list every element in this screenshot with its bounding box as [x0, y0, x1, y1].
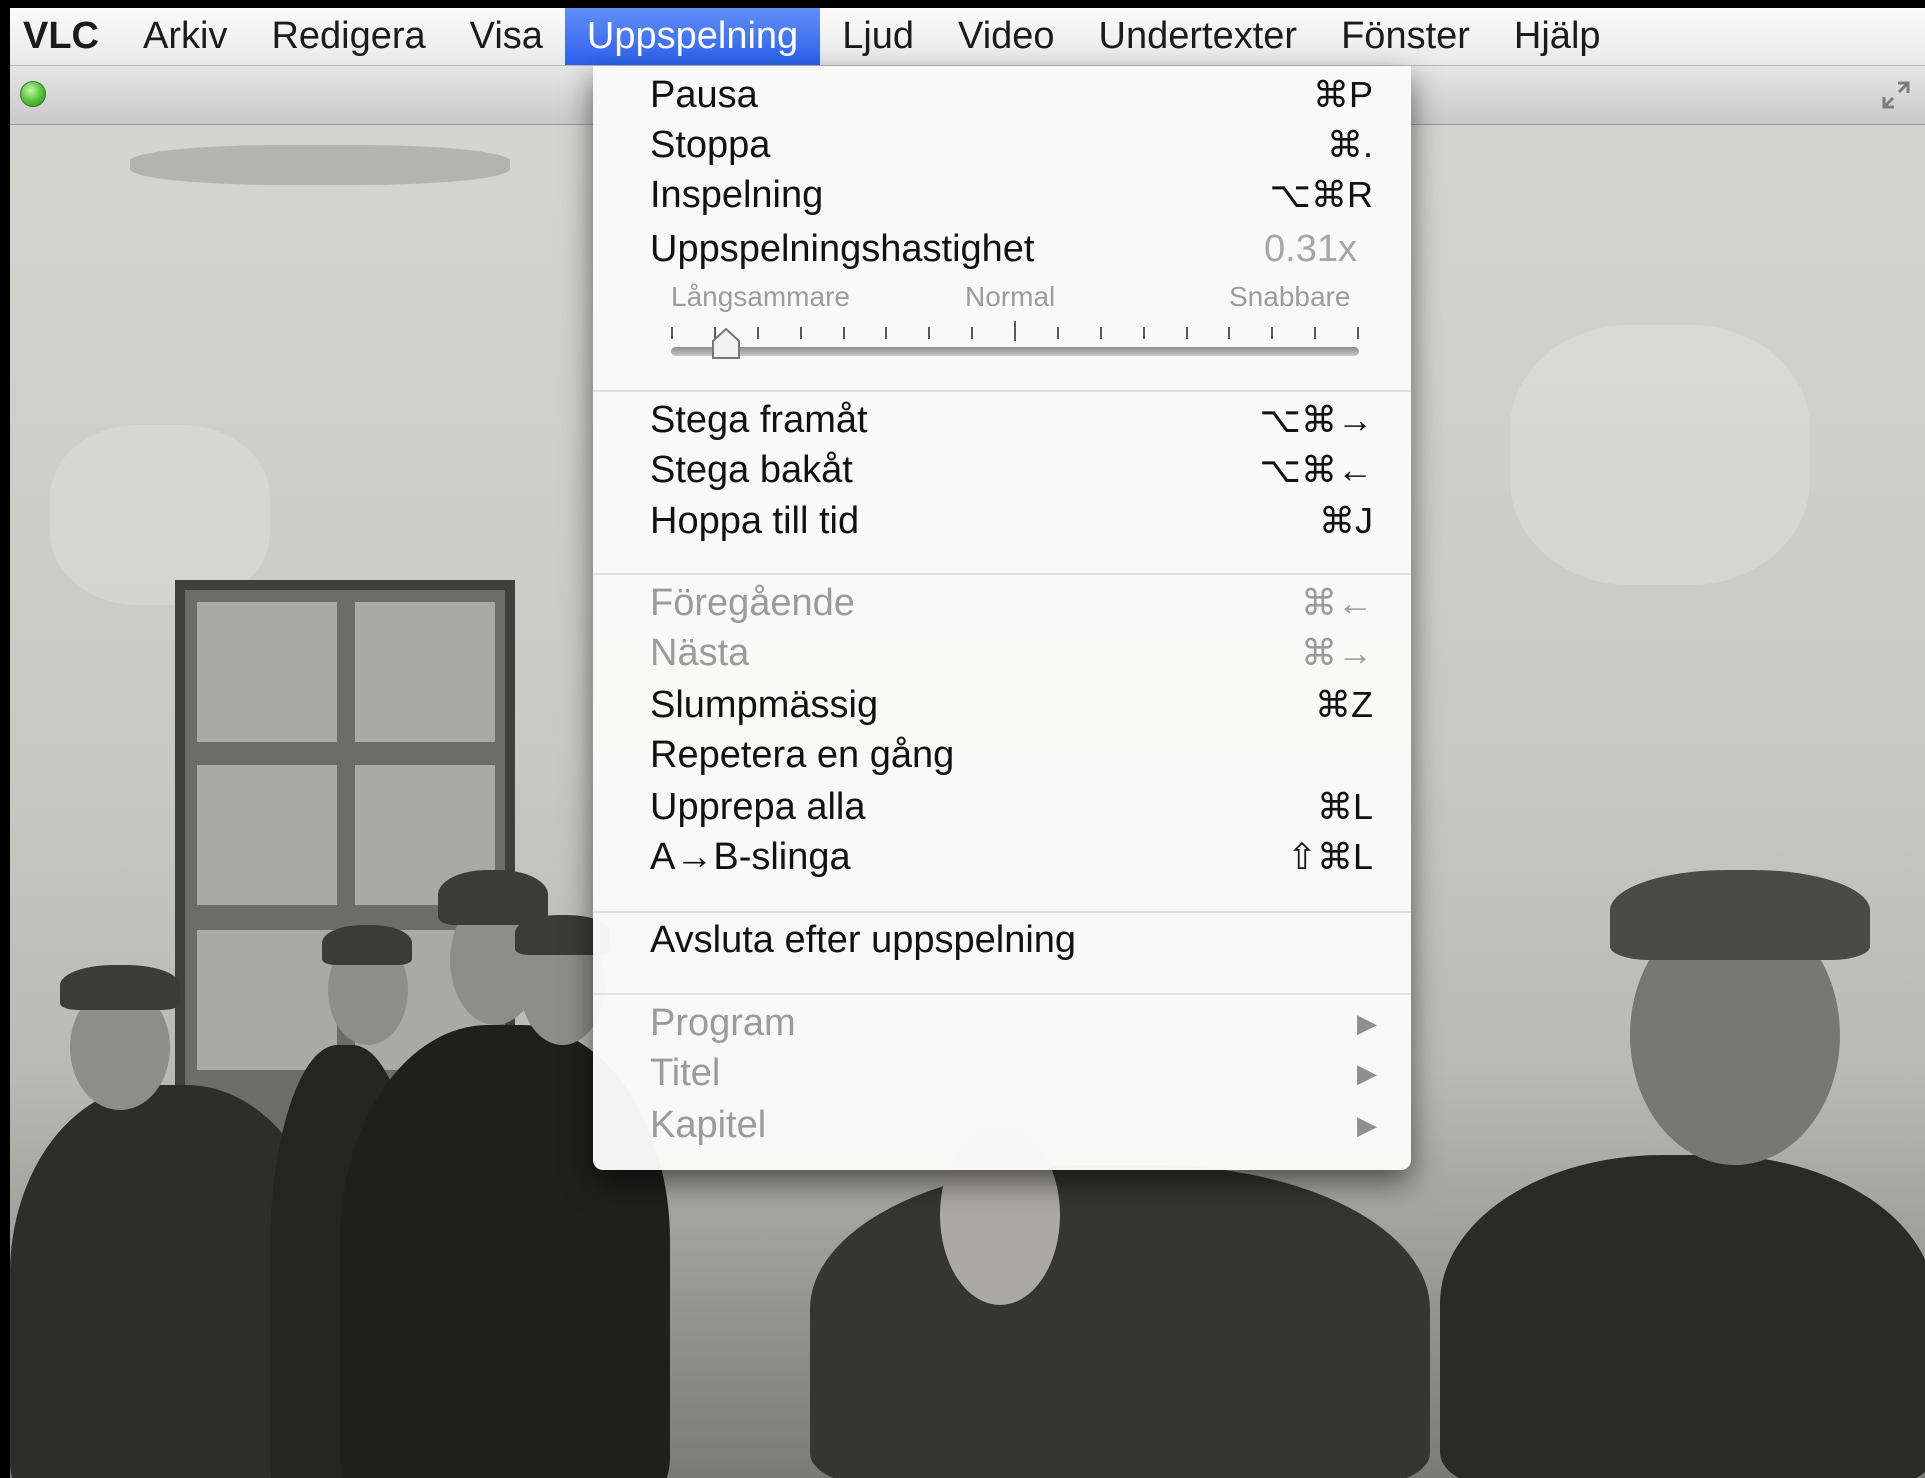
- menu-item-label: Hoppa till tid: [650, 500, 860, 542]
- slider-label-faster: Snabbare: [1229, 281, 1351, 312]
- slider-tick: [1100, 327, 1102, 339]
- menu-item-quit-after-playback[interactable]: Avsluta efter uppspelning: [593, 915, 1411, 965]
- menu-item-random[interactable]: Slumpmässig ⌘Z: [593, 680, 1411, 730]
- shortcut-label: ⌘P: [1312, 74, 1373, 115]
- menu-item-label: Uppspelningshastighet: [650, 228, 1035, 270]
- slider-tick: [800, 327, 802, 339]
- slider-label-normal: Normal: [965, 281, 1056, 312]
- menu-item-label: Slumpmässig: [650, 684, 879, 726]
- slider-ticks: [671, 321, 1359, 341]
- person-hat: [438, 870, 548, 925]
- menu-item-repeat-all[interactable]: Upprepa alla ⌘L: [593, 782, 1411, 832]
- slider-tick: [843, 327, 845, 339]
- shortcut-label: ⌥⌘←: [1259, 449, 1373, 490]
- menu-item-step-forward[interactable]: Stega framåt ⌥⌘→: [593, 395, 1411, 445]
- shortcut-label: ⌥⌘R: [1269, 174, 1373, 215]
- green-circle-icon[interactable]: [20, 81, 46, 107]
- slider-tick: [1186, 327, 1188, 339]
- menu-item-label: Kapitel: [650, 1104, 767, 1146]
- speed-slider-knob[interactable]: [712, 327, 740, 360]
- playback-menu: Pausa ⌘P Stoppa ⌘. Inspelning ⌥⌘R Uppspe…: [593, 66, 1411, 1170]
- shortcut-label: ⇧⌘L: [1286, 836, 1373, 877]
- menu-item-label: Avsluta efter uppspelning: [650, 919, 1077, 961]
- slider-tick: [885, 327, 887, 339]
- submenu-arrow-icon: ▶: [1357, 1058, 1377, 1088]
- slider-tick: [1014, 321, 1016, 341]
- menu-separator: [593, 911, 1411, 913]
- slider-tick: [971, 327, 973, 339]
- menu-separator: [593, 573, 1411, 575]
- submenu-arrow-icon: ▶: [1357, 1008, 1377, 1038]
- menu-fonster[interactable]: Fönster: [1319, 8, 1492, 65]
- menu-undertexter[interactable]: Undertexter: [1077, 8, 1320, 65]
- menu-separator: [593, 390, 1411, 392]
- menu-uppspelning[interactable]: Uppspelning: [564, 8, 821, 65]
- menu-item-label: Titel: [650, 1052, 721, 1094]
- menu-app-vlc[interactable]: VLC: [10, 8, 121, 65]
- expand-arrows-icon[interactable]: [1881, 80, 1911, 110]
- slider-tick: [757, 327, 759, 339]
- shortcut-label: ⌘←: [1301, 582, 1373, 623]
- menu-item-label: A→B-slinga: [650, 836, 851, 878]
- menu-item-repeat-one[interactable]: Repetera en gång: [593, 730, 1411, 780]
- person-figure: [810, 1165, 1430, 1478]
- shortcut-label: ⌘→: [1301, 632, 1373, 673]
- menu-item-playback-speed: Uppspelningshastighet 0.31x: [593, 224, 1411, 274]
- slider-tick: [1314, 327, 1316, 339]
- menu-item-label: Repetera en gång: [650, 734, 955, 776]
- shortcut-label: ⌥⌘→: [1259, 399, 1373, 440]
- menu-arkiv[interactable]: Arkiv: [121, 8, 249, 65]
- menu-item-chapter: Kapitel ▶: [593, 1100, 1411, 1150]
- menu-item-label: Upprepa alla: [650, 786, 866, 828]
- shortcut-label: ⌘Z: [1315, 684, 1373, 725]
- person-hat: [322, 925, 412, 965]
- menu-item-program: Program ▶: [593, 998, 1411, 1048]
- slider-tick: [1143, 327, 1145, 339]
- menu-separator: [593, 993, 1411, 995]
- menu-video[interactable]: Video: [936, 8, 1077, 65]
- menu-item-label: Inspelning: [650, 174, 824, 216]
- menu-item-previous: Föregående ⌘←: [593, 578, 1411, 628]
- person-hat: [1610, 870, 1870, 960]
- menu-item-record[interactable]: Inspelning ⌥⌘R: [593, 170, 1411, 220]
- menu-bar: VLC Arkiv Redigera Visa Uppspelning Ljud…: [10, 8, 1925, 66]
- shortcut-label: ⌘.: [1326, 124, 1373, 165]
- menu-item-next: Nästa ⌘→: [593, 628, 1411, 678]
- speed-slider-track[interactable]: [671, 347, 1359, 356]
- menu-item-label: Föregående: [650, 582, 855, 624]
- menu-item-label: Program: [650, 1002, 796, 1044]
- shortcut-label: ⌘L: [1316, 786, 1373, 827]
- menu-item-stop[interactable]: Stoppa ⌘.: [593, 120, 1411, 170]
- menu-item-label: Stoppa: [650, 124, 771, 166]
- slider-tick: [671, 327, 673, 339]
- submenu-arrow-icon: ▶: [1357, 1110, 1377, 1140]
- menu-item-pause[interactable]: Pausa ⌘P: [593, 70, 1411, 120]
- speed-value: 0.31x: [1264, 228, 1357, 270]
- shortcut-label: ⌘J: [1319, 500, 1373, 541]
- menu-hjalp[interactable]: Hjälp: [1492, 8, 1623, 65]
- menu-item-label: Pausa: [650, 74, 758, 116]
- menu-item-ab-loop[interactable]: A→B-slinga ⇧⌘L: [593, 832, 1411, 882]
- menu-item-label: Nästa: [650, 632, 750, 674]
- slider-tick: [1271, 327, 1273, 339]
- slider-label-slower: Långsammare: [671, 281, 850, 312]
- menu-item-title: Titel ▶: [593, 1048, 1411, 1098]
- menu-ljud[interactable]: Ljud: [820, 8, 936, 65]
- menu-item-jump-to-time[interactable]: Hoppa till tid ⌘J: [593, 496, 1411, 546]
- menu-visa[interactable]: Visa: [448, 8, 565, 65]
- slider-tick: [1357, 327, 1359, 339]
- menu-item-label: Stega bakåt: [650, 449, 853, 491]
- menu-item-label: Stega framåt: [650, 399, 868, 441]
- menu-redigera[interactable]: Redigera: [249, 8, 447, 65]
- person-figure: [1440, 1155, 1925, 1478]
- slider-tick: [1057, 327, 1059, 339]
- slider-tick: [928, 327, 930, 339]
- menu-item-step-backward[interactable]: Stega bakåt ⌥⌘←: [593, 445, 1411, 495]
- slider-tick: [1228, 327, 1230, 339]
- person-hat: [60, 965, 180, 1010]
